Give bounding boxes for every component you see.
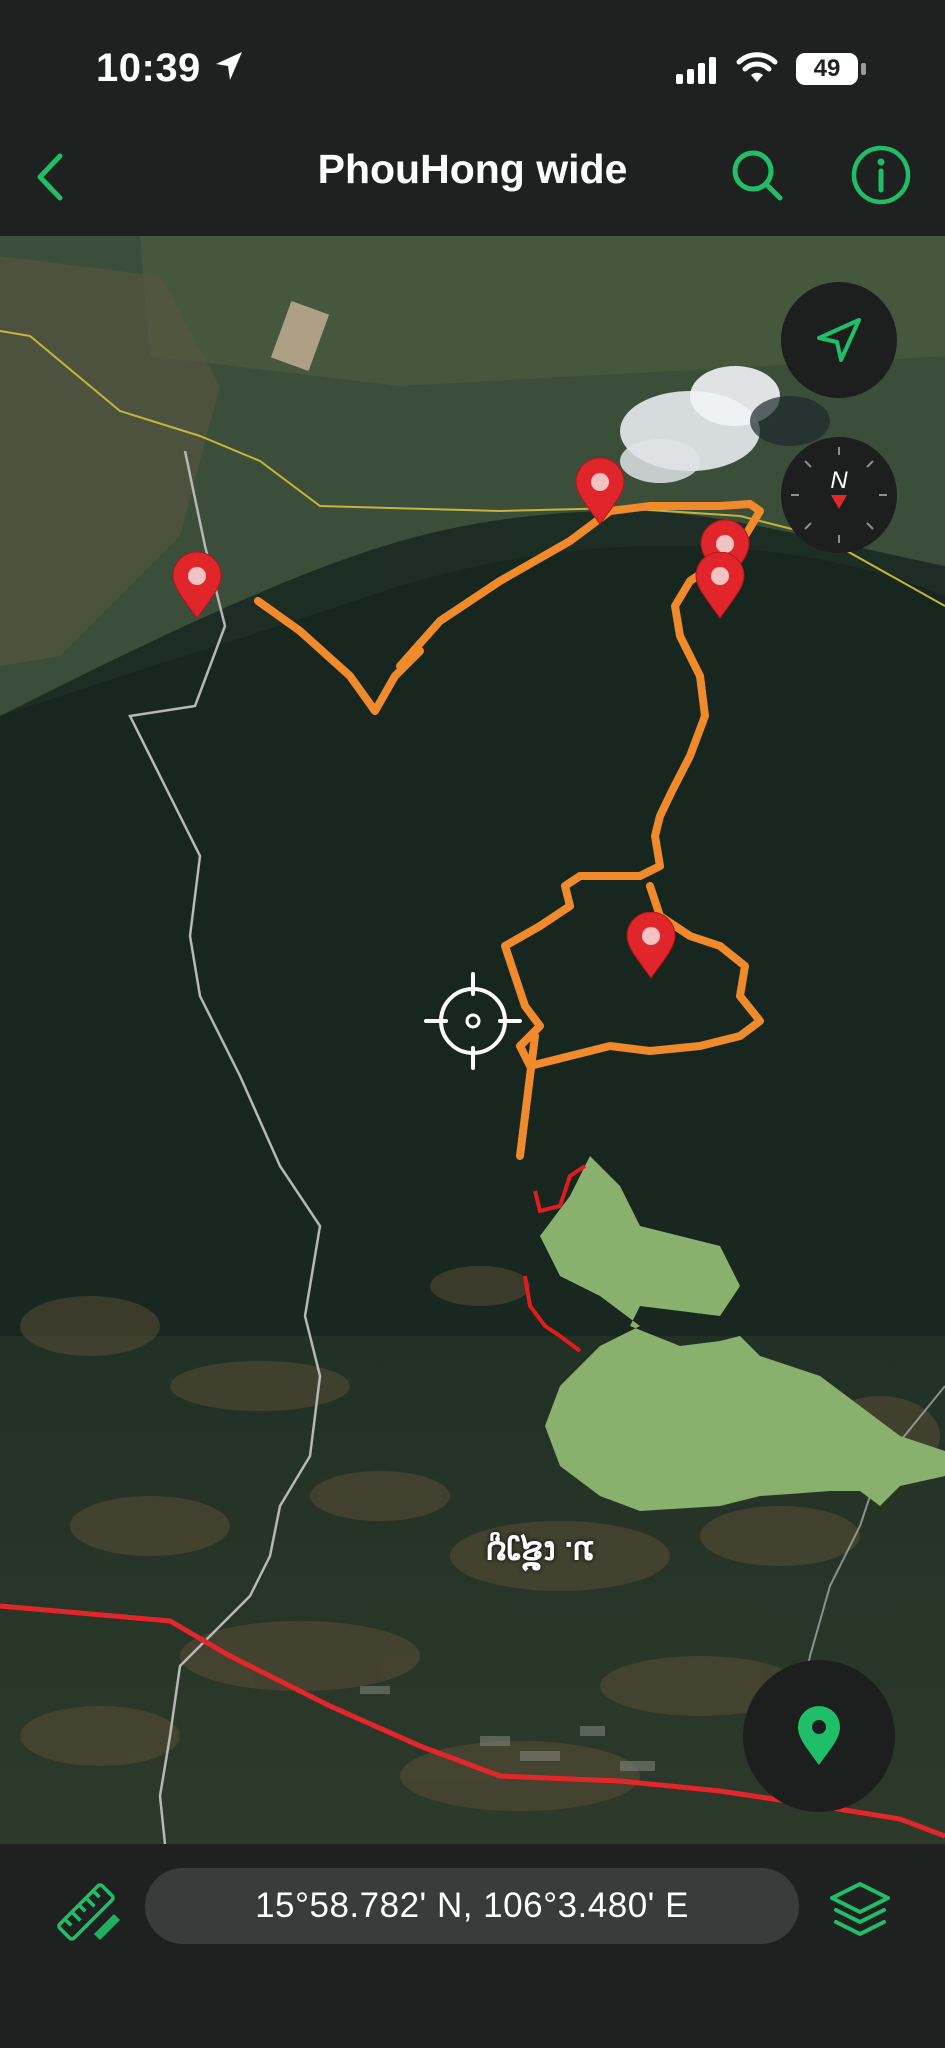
battery-cap	[861, 63, 866, 75]
measure-button[interactable]	[48, 1874, 124, 1950]
ruler-icon	[57, 1883, 120, 1941]
search-button[interactable]	[722, 140, 792, 210]
wifi-icon	[736, 52, 778, 82]
map-place-label: ນ. ເຊັງບູ	[486, 1535, 595, 1571]
map-marker-4[interactable]	[694, 552, 746, 620]
coordinates-text: 15°58.782' N, 106°3.480' E	[255, 1886, 689, 1925]
layers-icon	[830, 1882, 890, 1936]
status-bar: 10:39 49	[0, 0, 945, 118]
add-waypoint-button[interactable]	[743, 1660, 895, 1812]
map-marker-2[interactable]	[574, 458, 626, 526]
navigation-bar: PhouHong wide	[0, 118, 945, 236]
map-pin-icon	[798, 1706, 840, 1765]
svg-text:N: N	[830, 467, 848, 494]
location-services-icon	[216, 52, 242, 80]
search-icon	[732, 150, 783, 201]
status-time: 10:39	[96, 46, 201, 90]
crosshair-icon	[424, 972, 522, 1070]
map-marker-1[interactable]	[171, 552, 223, 620]
page-title: PhouHong wide	[317, 146, 628, 192]
battery-indicator: 49	[796, 53, 858, 85]
my-location-button[interactable]	[781, 282, 897, 398]
location-arrow-icon	[817, 318, 861, 362]
battery-level: 49	[813, 55, 841, 82]
compass-icon: N	[791, 447, 887, 543]
compass-button[interactable]: N	[781, 437, 897, 553]
cellular-signal-icon	[676, 57, 716, 84]
bottom-toolbar: 15°58.782' N, 106°3.480' E	[0, 1844, 945, 2048]
map-marker-5[interactable]	[625, 912, 677, 980]
layers-button[interactable]	[822, 1874, 898, 1950]
info-icon	[851, 145, 911, 205]
map-view[interactable]: ນ. ເຊັງບູ N	[0, 236, 945, 1844]
coordinates-display[interactable]: 15°58.782' N, 106°3.480' E	[145, 1868, 799, 1944]
info-button[interactable]	[844, 138, 918, 212]
